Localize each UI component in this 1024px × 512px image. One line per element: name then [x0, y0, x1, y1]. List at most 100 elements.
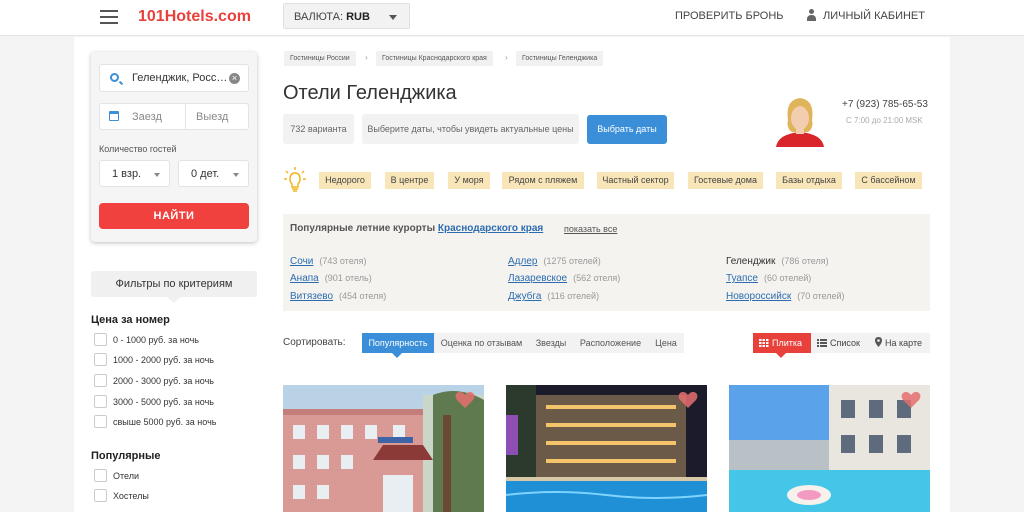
heart-icon[interactable] [455, 391, 475, 409]
resort-count: (901 отель) [324, 273, 372, 283]
menu-icon[interactable] [100, 10, 118, 24]
results-count: 732 варианта [283, 114, 354, 144]
page-title: Отели Геленджика [283, 82, 457, 104]
tag-center[interactable]: В центре [385, 172, 434, 189]
tag-guest-houses[interactable]: Гостевые дома [688, 172, 763, 189]
checkbox[interactable] [94, 395, 107, 408]
city-value: Геленджик, Росс… [132, 72, 228, 84]
price-option-label: свыше 5000 руб. за ночь [113, 417, 217, 427]
resort-count: (786 отеля) [781, 256, 829, 266]
choose-dates-button[interactable]: Выбрать даты [587, 115, 667, 144]
popular-resorts-panel: Популярные летние курорты Краснодарского… [283, 214, 930, 311]
resort-count: (60 отелей) [763, 273, 812, 283]
tag-near-beach[interactable]: Рядом с пляжем [502, 172, 584, 189]
resort-name[interactable]: Джубга [508, 291, 541, 302]
calendar-icon [109, 111, 119, 121]
check-booking-link[interactable]: ПРОВЕРИТЬ БРОНЬ [675, 10, 784, 22]
resort-item-current: Геленджик (786 отеля) [726, 256, 829, 267]
personal-cabinet-link[interactable]: ЛИЧНЫЙ КАБИНЕТ [806, 9, 925, 22]
logo[interactable]: 101Hotels.com [138, 8, 251, 26]
view-map[interactable]: На карте [869, 333, 930, 353]
sort-rating[interactable]: Оценка по отзывам [434, 333, 529, 353]
popular-filter-heading: Популярные [91, 450, 161, 462]
breadcrumb-chevron-icon: › [505, 53, 508, 62]
resort-item[interactable]: Туапсе (60 отелей) [726, 273, 811, 284]
resort-name[interactable]: Сочи [290, 256, 313, 267]
children-select[interactable]: 0 дет. [178, 160, 249, 187]
checkbox[interactable] [94, 374, 107, 387]
chevron-down-icon [389, 15, 397, 20]
heart-icon[interactable] [678, 391, 698, 409]
sort-stars[interactable]: Звезды [529, 333, 573, 353]
currency-select[interactable]: ВАЛЮТА: RUB [283, 3, 410, 29]
resort-item[interactable]: Адлер (1275 отелей) [508, 256, 601, 267]
checkout-field[interactable]: Выезд [186, 104, 248, 129]
resort-item[interactable]: Лазаревское (562 отеля) [508, 273, 620, 284]
tag-recreation-bases[interactable]: Базы отдыха [776, 172, 842, 189]
resort-name[interactable]: Анапа [290, 273, 319, 284]
sort-price[interactable]: Цена [648, 333, 684, 353]
sort-popularity[interactable]: Популярность [362, 333, 434, 358]
view-grid[interactable]: Плитка [753, 333, 811, 358]
resort-item[interactable]: Джубга (116 отелей) [508, 291, 599, 302]
resorts-title: Популярные летние курорты Краснодарского… [290, 223, 543, 234]
breadcrumb-chevron-icon: › [365, 53, 368, 62]
adults-select[interactable]: 1 взр. [99, 160, 170, 187]
resort-count: (562 отеля) [573, 273, 621, 283]
chevron-down-icon [233, 173, 239, 177]
tag-private-sector[interactable]: Частный сектор [597, 172, 674, 189]
tag-with-pool[interactable]: С бассейном [855, 172, 922, 189]
resort-item[interactable]: Новороссийск (70 отелей) [726, 291, 845, 302]
resort-name[interactable]: Витязево [290, 291, 333, 302]
resort-name[interactable]: Адлер [508, 256, 537, 267]
view-list[interactable]: Список [811, 333, 869, 353]
hotel-card[interactable] [729, 385, 930, 512]
show-all-link[interactable]: показать все [564, 224, 617, 234]
checkbox[interactable] [94, 489, 107, 502]
city-input[interactable]: Геленджик, Росс… × [99, 64, 249, 92]
view-list-label: Список [830, 338, 860, 348]
resort-count: (743 отеля) [319, 256, 367, 266]
support-agent-photo [768, 94, 832, 147]
resort-item[interactable]: Анапа (901 отель) [290, 273, 372, 284]
checkbox[interactable] [94, 333, 107, 346]
resort-item[interactable]: Сочи (743 отеля) [290, 256, 367, 267]
breadcrumb-item: Гостиницы Геленджика [516, 51, 604, 66]
price-option-label: 1000 - 2000 руб. за ночь [113, 355, 214, 365]
hotel-photo [283, 385, 484, 512]
sort-label: Сортировать: [283, 337, 346, 348]
checkbox[interactable] [94, 353, 107, 366]
support-phone[interactable]: +7 (923) 785-65-53 [842, 99, 928, 110]
tag-by-sea[interactable]: У моря [448, 172, 490, 189]
sort-location[interactable]: Расположение [573, 333, 648, 353]
list-icon [817, 339, 827, 347]
hotel-card[interactable] [283, 385, 484, 512]
resort-item[interactable]: Витязево (454 отеля) [290, 291, 386, 302]
heart-icon[interactable] [901, 391, 921, 409]
checkbox[interactable] [94, 415, 107, 428]
dates-hint[interactable]: Выберите даты, чтобы увидеть актуальные … [362, 114, 579, 144]
breadcrumb-item[interactable]: Гостиницы Краснодарского края [376, 51, 493, 66]
support-hours: С 7:00 до 21:00 MSK [846, 116, 923, 125]
resort-name[interactable]: Лазаревское [508, 273, 567, 284]
search-icon [110, 73, 119, 82]
breadcrumb-item[interactable]: Гостиницы России [284, 51, 356, 66]
user-icon [806, 9, 817, 21]
tag-cheap[interactable]: Недорого [319, 172, 371, 189]
filters-title[interactable]: Фильтры по критериям [91, 271, 257, 303]
find-button[interactable]: НАЙТИ [99, 203, 249, 229]
checkbox[interactable] [94, 469, 107, 482]
resort-name[interactable]: Новороссийск [726, 291, 791, 302]
checkin-field[interactable]: Заезд [100, 104, 186, 129]
top-header: 101Hotels.com ВАЛЮТА: RUB ПРОВЕРИТЬ БРОН… [0, 0, 1024, 36]
price-filter-heading: Цена за номер [91, 314, 170, 326]
resort-count: (116 отелей) [547, 291, 600, 301]
resort-count: (454 отеля) [339, 291, 387, 301]
guests-label: Количество гостей [99, 144, 177, 154]
region-link[interactable]: Краснодарского края [438, 223, 543, 234]
resort-name[interactable]: Туапсе [726, 273, 758, 284]
clear-icon[interactable]: × [229, 73, 240, 84]
price-option-label: 2000 - 3000 руб. за ночь [113, 376, 214, 386]
grid-icon [759, 339, 769, 347]
hotel-card[interactable] [506, 385, 707, 512]
